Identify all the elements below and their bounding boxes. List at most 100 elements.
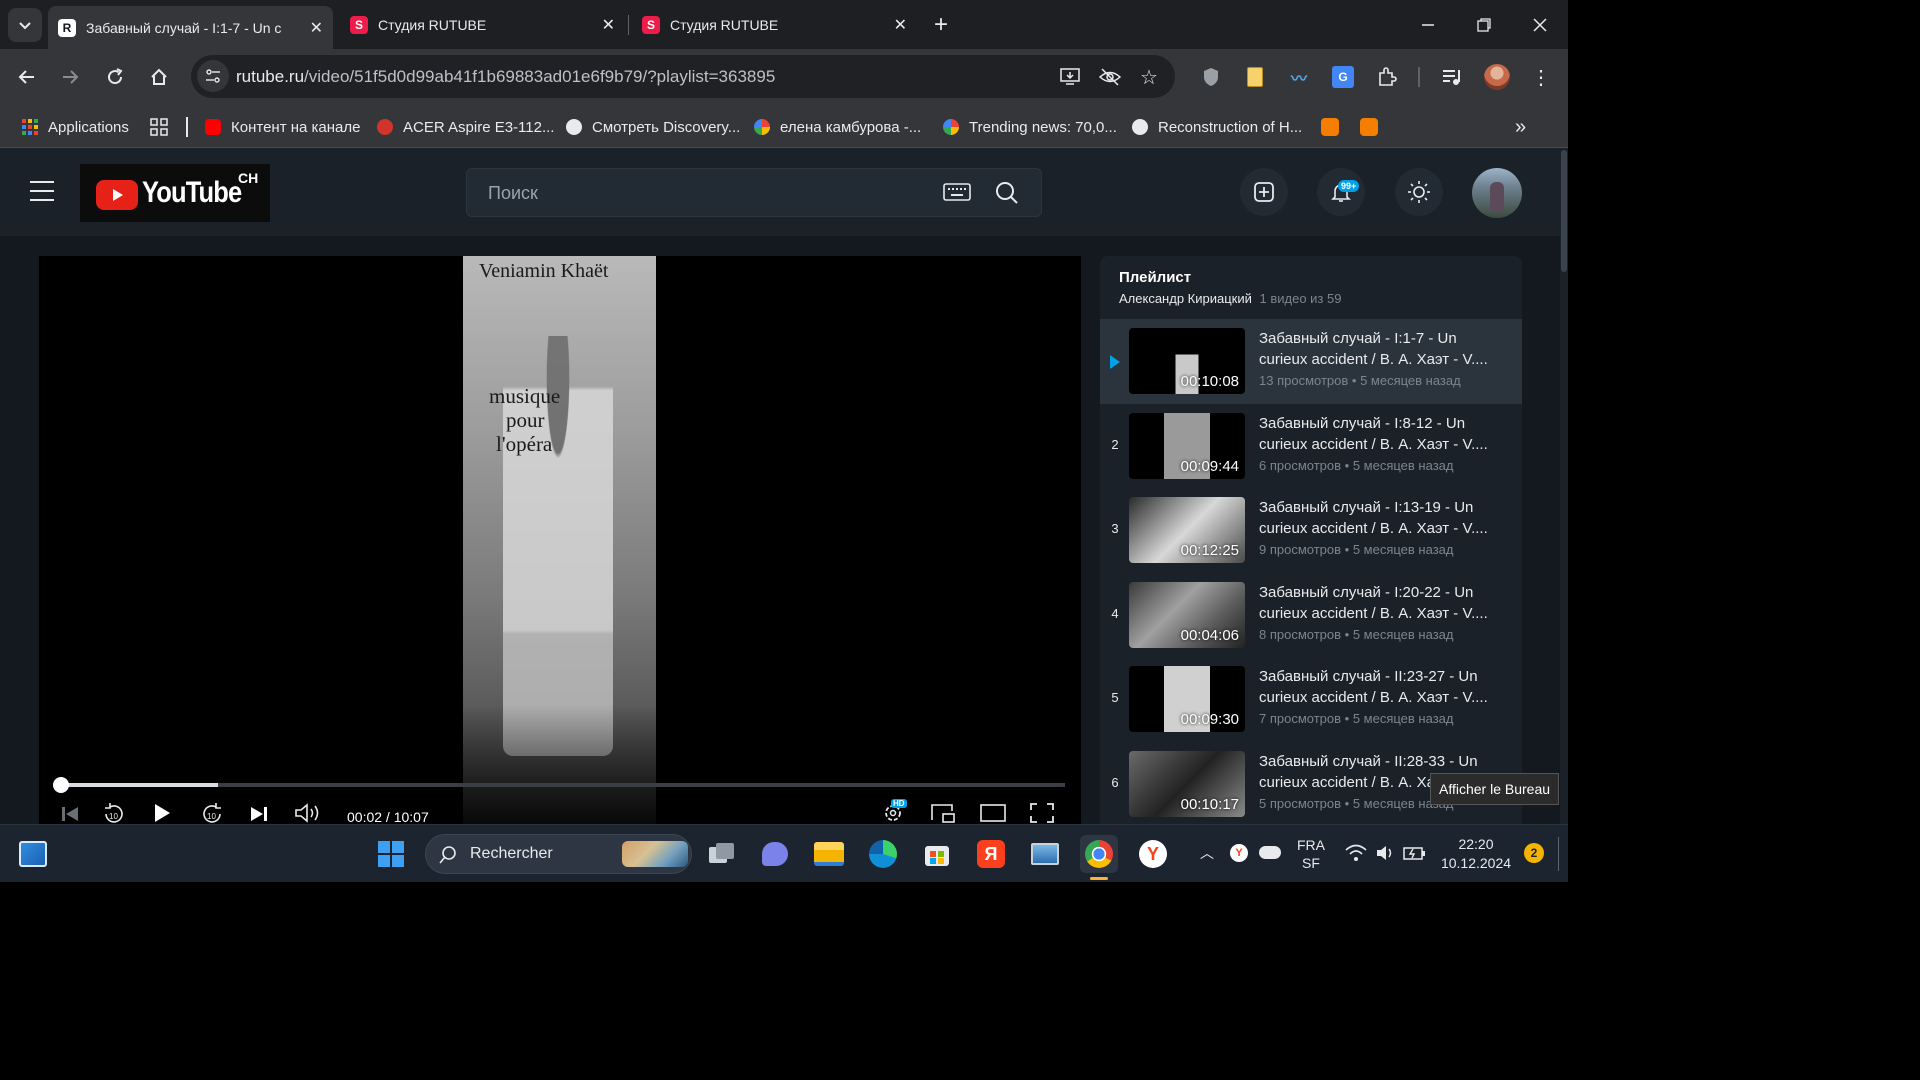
yandex-browser-button[interactable]: Я bbox=[974, 837, 1008, 871]
settings-button[interactable]: HD bbox=[881, 799, 909, 824]
fullscreen-button[interactable] bbox=[1029, 802, 1055, 824]
clock[interactable]: 22:20 10.12.2024 bbox=[1440, 835, 1512, 873]
install-app-button[interactable] bbox=[1057, 64, 1083, 90]
extension-translate-alt-button[interactable]: 〰 bbox=[1283, 61, 1315, 93]
menu-button[interactable] bbox=[28, 178, 60, 206]
browser-menu-button[interactable]: ⋮ bbox=[1525, 61, 1557, 93]
progress-handle[interactable] bbox=[53, 777, 69, 793]
bookmark-reconstruction[interactable]: Reconstruction of H... bbox=[1132, 113, 1302, 141]
file-explorer-button[interactable] bbox=[812, 837, 846, 871]
close-window-button[interactable] bbox=[1522, 10, 1558, 40]
playlist-item-thumbnail[interactable]: 00:10:17 bbox=[1129, 751, 1245, 817]
bookmark-channel-content[interactable]: Контент на канале bbox=[205, 113, 360, 141]
user-avatar[interactable] bbox=[1472, 168, 1522, 218]
playlist-item-title[interactable]: Забавный случай - I:1-7 - Un curieux acc… bbox=[1259, 328, 1499, 370]
theater-mode-button[interactable] bbox=[979, 802, 1007, 824]
bookmark-acer[interactable]: ACER Aspire E3-112... bbox=[377, 113, 554, 141]
page-scrollbar[interactable] bbox=[1560, 148, 1568, 824]
playlist-item[interactable]: 5 00:09:30 Забавный случай - II:23-27 - Un… bbox=[1100, 658, 1522, 742]
remote-desktop-button[interactable] bbox=[1028, 837, 1062, 871]
playlist-item-thumbnail[interactable]: 00:09:30 bbox=[1129, 666, 1245, 733]
playlist-item[interactable]: 00:10:08 Забавный случай - I:1-7 - Un cur… bbox=[1100, 320, 1522, 404]
tab-rutube-studio-2[interactable]: S Студия RUTUBE ✕ bbox=[632, 8, 917, 42]
tray-yandex-icon[interactable]: Y bbox=[1230, 844, 1248, 862]
rewind-10-button[interactable]: 10 bbox=[101, 802, 127, 824]
bookmark-blogger-2[interactable] bbox=[1360, 113, 1378, 141]
channel-logo[interactable]: YouTube CH bbox=[80, 164, 270, 222]
play-button[interactable] bbox=[152, 802, 174, 824]
bookmark-trending-news[interactable]: Trending news: 70,0... bbox=[943, 113, 1117, 141]
home-button[interactable] bbox=[143, 61, 175, 93]
extensions-button[interactable] bbox=[1371, 61, 1403, 93]
playlist-item-thumbnail[interactable]: 00:10:08 bbox=[1129, 328, 1245, 394]
playlist-item[interactable]: 3 00:12:25 Забавный случай - I:13-19 - Un … bbox=[1100, 489, 1522, 573]
back-button[interactable] bbox=[11, 61, 43, 93]
minimize-button[interactable] bbox=[1410, 10, 1446, 40]
search-box[interactable]: Поиск bbox=[466, 168, 1042, 217]
more-bookmarks-button[interactable]: » bbox=[1515, 113, 1526, 141]
bookmark-discovery[interactable]: Смотреть Discovery... bbox=[566, 113, 740, 141]
video-player[interactable]: Veniamin Khaët musique pour l'opéra 10 1… bbox=[39, 256, 1081, 824]
search-input[interactable]: Поиск bbox=[488, 183, 538, 204]
playlist-item[interactable]: 4 00:04:06 Забавный случай - I:20-22 - Un … bbox=[1100, 574, 1522, 658]
close-icon[interactable]: ✕ bbox=[310, 18, 323, 38]
volume-button[interactable] bbox=[294, 802, 324, 824]
next-button[interactable] bbox=[248, 804, 270, 824]
tab-groups-button[interactable] bbox=[150, 113, 168, 141]
chrome-button[interactable] bbox=[1080, 835, 1118, 880]
playlist-author[interactable]: Александр Кириацкий bbox=[1119, 291, 1252, 306]
playlist-item-title[interactable]: Забавный случай - II:23-27 - Un curieux … bbox=[1259, 666, 1499, 708]
store-button[interactable] bbox=[920, 837, 954, 871]
yandex-launcher-button[interactable]: Y bbox=[1136, 837, 1170, 871]
url-text[interactable]: rutube.ru/video/51f5d0d99ab41f1b69883ad0… bbox=[236, 67, 775, 87]
page-scrollbar-thumb[interactable] bbox=[1561, 150, 1567, 272]
tray-network-volume-battery[interactable] bbox=[1345, 843, 1429, 865]
new-tab-button[interactable]: + bbox=[928, 10, 954, 40]
language-indicator[interactable]: FRA SF bbox=[1296, 836, 1326, 872]
playlist-item-title[interactable]: Забавный случай - I:13-19 - Un curieux a… bbox=[1259, 497, 1499, 539]
bookmark-blogger-1[interactable] bbox=[1321, 113, 1339, 141]
notifications-button[interactable]: 99+ bbox=[1317, 168, 1365, 216]
forward-10-button[interactable]: 10 bbox=[199, 802, 225, 824]
theme-toggle-button[interactable] bbox=[1395, 168, 1443, 216]
bookmark-kamburova[interactable]: елена камбурова -... bbox=[754, 113, 921, 141]
playlist-item[interactable]: 2 00:09:44 Забавный случай - I:8-12 - Un c… bbox=[1100, 405, 1522, 489]
forward-button[interactable] bbox=[54, 61, 86, 93]
notification-center-badge[interactable]: 2 bbox=[1524, 843, 1544, 863]
close-icon[interactable]: ✕ bbox=[894, 15, 907, 35]
restore-button[interactable] bbox=[1466, 10, 1502, 40]
edge-button[interactable] bbox=[866, 837, 900, 871]
site-info-button[interactable] bbox=[197, 60, 229, 92]
miniplayer-button[interactable] bbox=[930, 802, 956, 824]
media-control-button[interactable] bbox=[1436, 61, 1468, 93]
start-button[interactable] bbox=[374, 837, 408, 871]
playlist-item-thumbnail[interactable]: 00:09:44 bbox=[1129, 412, 1245, 479]
tab-search-button[interactable] bbox=[8, 8, 42, 42]
taskbar-search[interactable]: Rechercher bbox=[425, 834, 692, 874]
task-view-button[interactable] bbox=[705, 837, 739, 871]
extension-shield-button[interactable] bbox=[1195, 61, 1227, 93]
google-translate-button[interactable]: G bbox=[1327, 61, 1359, 93]
profile-avatar-button[interactable] bbox=[1481, 61, 1513, 93]
keyboard-button[interactable] bbox=[943, 181, 973, 205]
close-icon[interactable]: ✕ bbox=[602, 15, 615, 35]
teams-chat-button[interactable] bbox=[758, 837, 792, 871]
tab-rutube-studio-1[interactable]: S Студия RUTUBE ✕ bbox=[340, 8, 625, 42]
tracking-protection-button[interactable] bbox=[1097, 64, 1123, 90]
previous-button[interactable] bbox=[59, 804, 83, 824]
show-desktop-button[interactable] bbox=[1558, 837, 1562, 871]
tab-current[interactable]: R Забавный случай - I:1-7 - Un c ✕ bbox=[48, 6, 333, 49]
show-hidden-icons-button[interactable]: ︿ bbox=[1200, 843, 1214, 863]
playlist-item-thumbnail[interactable]: 00:12:25 bbox=[1129, 497, 1245, 564]
reload-button[interactable] bbox=[99, 61, 131, 93]
widgets-button[interactable] bbox=[16, 837, 50, 871]
playlist-item-thumbnail[interactable]: 00:04:06 bbox=[1129, 581, 1245, 648]
upload-button[interactable] bbox=[1240, 168, 1288, 216]
search-button[interactable] bbox=[995, 181, 1021, 207]
address-bar[interactable]: rutube.ru/video/51f5d0d99ab41f1b69883ad0… bbox=[191, 55, 1175, 98]
bookmark-star-button[interactable]: ☆ bbox=[1136, 64, 1162, 90]
tray-cloud-icon[interactable] bbox=[1259, 846, 1281, 859]
bookmark-applications[interactable]: Applications bbox=[22, 113, 129, 141]
extension-card-button[interactable] bbox=[1239, 61, 1271, 93]
progress-bar[interactable] bbox=[53, 777, 1065, 793]
